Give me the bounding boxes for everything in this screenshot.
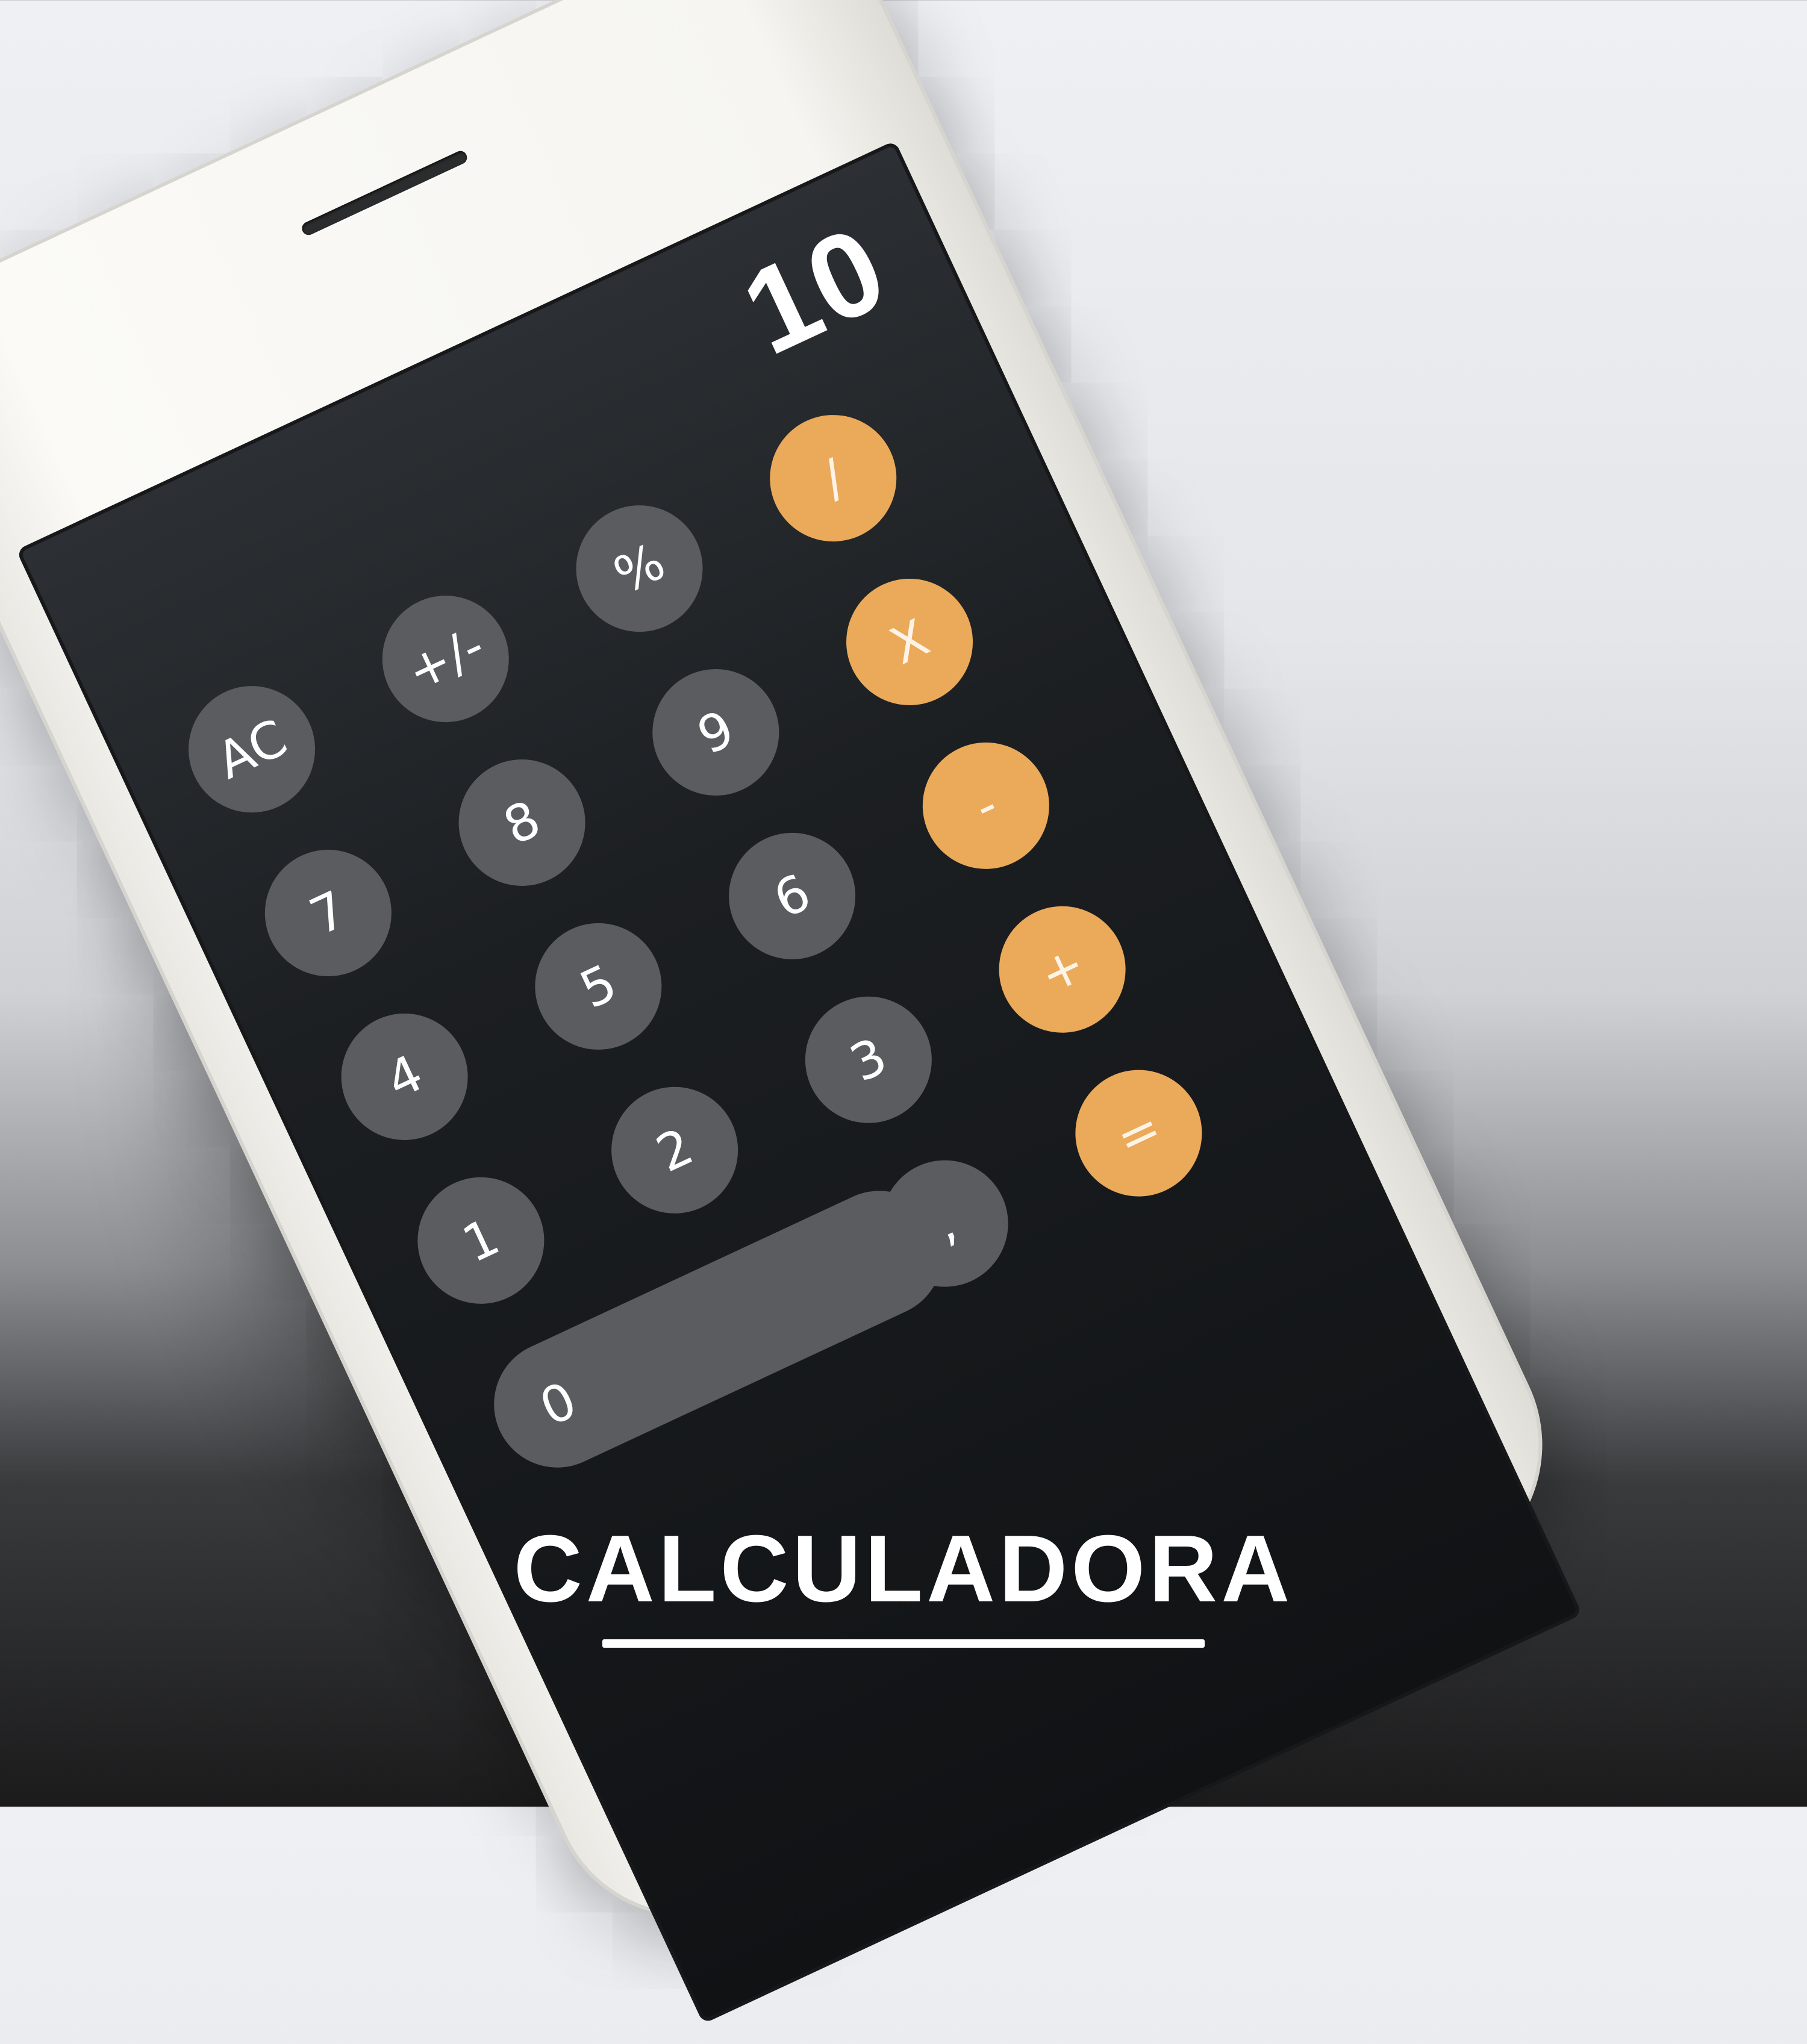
digit-3-button[interactable]: 3 (784, 976, 953, 1144)
divide-button[interactable]: / (749, 394, 917, 562)
earpiece-speaker (299, 149, 469, 237)
digit-9-button[interactable]: 9 (631, 648, 800, 817)
multiply-button[interactable]: X (825, 558, 994, 726)
digit-4-button[interactable]: 4 (320, 992, 489, 1161)
plus-button[interactable]: + (978, 885, 1147, 1054)
phone-frame: 10 AC +/- % / 7 8 9 X 4 5 6 - 1 2 3 + 0 … (0, 0, 1588, 2024)
digit-7-button[interactable]: 7 (244, 829, 413, 997)
plus-minus-button[interactable]: +/- (361, 575, 530, 743)
title-underline (602, 1639, 1205, 1648)
banner-title: CALCULADORA (513, 1516, 1294, 1622)
digit-1-button[interactable]: 1 (396, 1156, 565, 1325)
equals-button[interactable]: = (1054, 1049, 1223, 1218)
digit-5-button[interactable]: 5 (514, 902, 682, 1071)
digit-6-button[interactable]: 6 (708, 812, 876, 980)
percent-button[interactable]: % (555, 484, 724, 653)
calculator-screen: 10 AC +/- % / 7 8 9 X 4 5 6 - 1 2 3 + 0 … (16, 140, 1582, 2024)
clear-button[interactable]: AC (167, 665, 336, 833)
calculator-display: 10 (723, 200, 907, 381)
digit-2-button[interactable]: 2 (590, 1066, 759, 1235)
digit-8-button[interactable]: 8 (438, 738, 607, 907)
minus-button[interactable]: - (902, 721, 1070, 890)
